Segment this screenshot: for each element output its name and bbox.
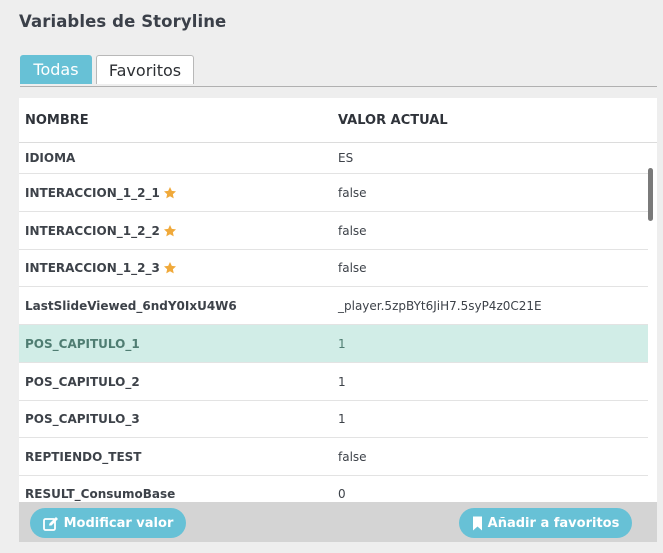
table-row[interactable]: IDIOMA ES <box>19 143 648 174</box>
modify-value-label: Modificar valor <box>63 515 174 531</box>
page-title: Variables de Storyline <box>19 12 227 31</box>
table-row[interactable]: POS_CAPITULO_2 1 <box>19 363 648 401</box>
variable-name: IDIOMA <box>25 143 75 173</box>
variable-value: false <box>338 223 367 238</box>
modify-value-button[interactable]: Modificar valor <box>30 508 186 538</box>
variable-name-text: POS_CAPITULO_2 <box>25 374 140 389</box>
table-row[interactable]: POS_CAPITULO_1 1 <box>19 325 648 363</box>
table-header: NOMBRE VALOR ACTUAL <box>19 98 657 143</box>
variables-panel: NOMBRE VALOR ACTUAL IDIOMA ES INTERACCIO… <box>19 98 657 542</box>
variable-value: 1 <box>338 374 346 389</box>
tab-favoritos[interactable]: Favoritos <box>96 55 194 84</box>
variable-name: POS_CAPITULO_3 <box>25 401 140 437</box>
table-row[interactable]: INTERACCION_1_2_3 false <box>19 250 648 287</box>
star-icon <box>163 224 177 238</box>
variable-name-text: IDIOMA <box>25 151 76 165</box>
star-icon <box>163 261 177 275</box>
variable-value: ES <box>338 151 354 165</box>
table-row[interactable]: INTERACCION_1_2_2 false <box>19 212 648 250</box>
variable-name-text: POS_CAPITULO_1 <box>25 336 140 351</box>
variable-value: 1 <box>338 336 346 351</box>
variable-value: 1 <box>338 412 346 426</box>
variable-name: INTERACCION_1_2_1 <box>25 174 177 211</box>
variable-value: false <box>338 185 367 200</box>
add-to-favorites-button[interactable]: Añadir a favoritos <box>459 508 632 538</box>
variable-name: INTERACCION_1_2_2 <box>25 212 177 249</box>
variable-name: LastSlideViewed_6ndY0IxU4W6 <box>25 287 237 324</box>
variable-name: INTERACCION_1_2_3 <box>25 250 177 286</box>
variables-list: IDIOMA ES INTERACCION_1_2_1 false INTERA… <box>19 143 648 513</box>
bookmark-icon <box>472 516 483 531</box>
tab-divider <box>20 86 657 87</box>
variable-name: REPTIENDO_TEST <box>25 438 142 475</box>
column-header-value: VALOR ACTUAL <box>338 113 448 128</box>
variable-value: false <box>338 449 367 464</box>
table-row[interactable]: LastSlideViewed_6ndY0IxU4W6 _player.5zpB… <box>19 287 648 325</box>
variable-name-text: INTERACCION_1_2_3 <box>25 261 160 275</box>
table-row[interactable]: INTERACCION_1_2_1 false <box>19 174 648 212</box>
variable-name: POS_CAPITULO_1 <box>25 325 140 362</box>
variable-value: false <box>338 261 367 275</box>
column-header-name: NOMBRE <box>25 113 89 128</box>
variable-name-text: REPTIENDO_TEST <box>25 449 142 464</box>
add-to-favorites-label: Añadir a favoritos <box>487 515 620 531</box>
variable-name: POS_CAPITULO_2 <box>25 363 140 400</box>
table-row[interactable]: REPTIENDO_TEST false <box>19 438 648 476</box>
variable-name-text: LastSlideViewed_6ndY0IxU4W6 <box>25 298 237 313</box>
action-footer: Modificar valor Añadir a favoritos <box>19 502 657 542</box>
scrollbar-thumb[interactable] <box>648 168 653 221</box>
variable-name-text: INTERACCION_1_2_2 <box>25 223 160 238</box>
star-icon <box>163 186 177 200</box>
tab-todas[interactable]: Todas <box>20 55 92 84</box>
edit-icon <box>42 516 59 531</box>
variable-name-text: INTERACCION_1_2_1 <box>25 185 160 200</box>
table-row[interactable]: POS_CAPITULO_3 1 <box>19 401 648 438</box>
variable-name-text: RESULT_ConsumoBase <box>25 487 176 501</box>
variable-value: _player.5zpBYt6JiH7.5syP4z0C21E <box>338 298 542 313</box>
variable-name-text: POS_CAPITULO_3 <box>25 412 140 426</box>
